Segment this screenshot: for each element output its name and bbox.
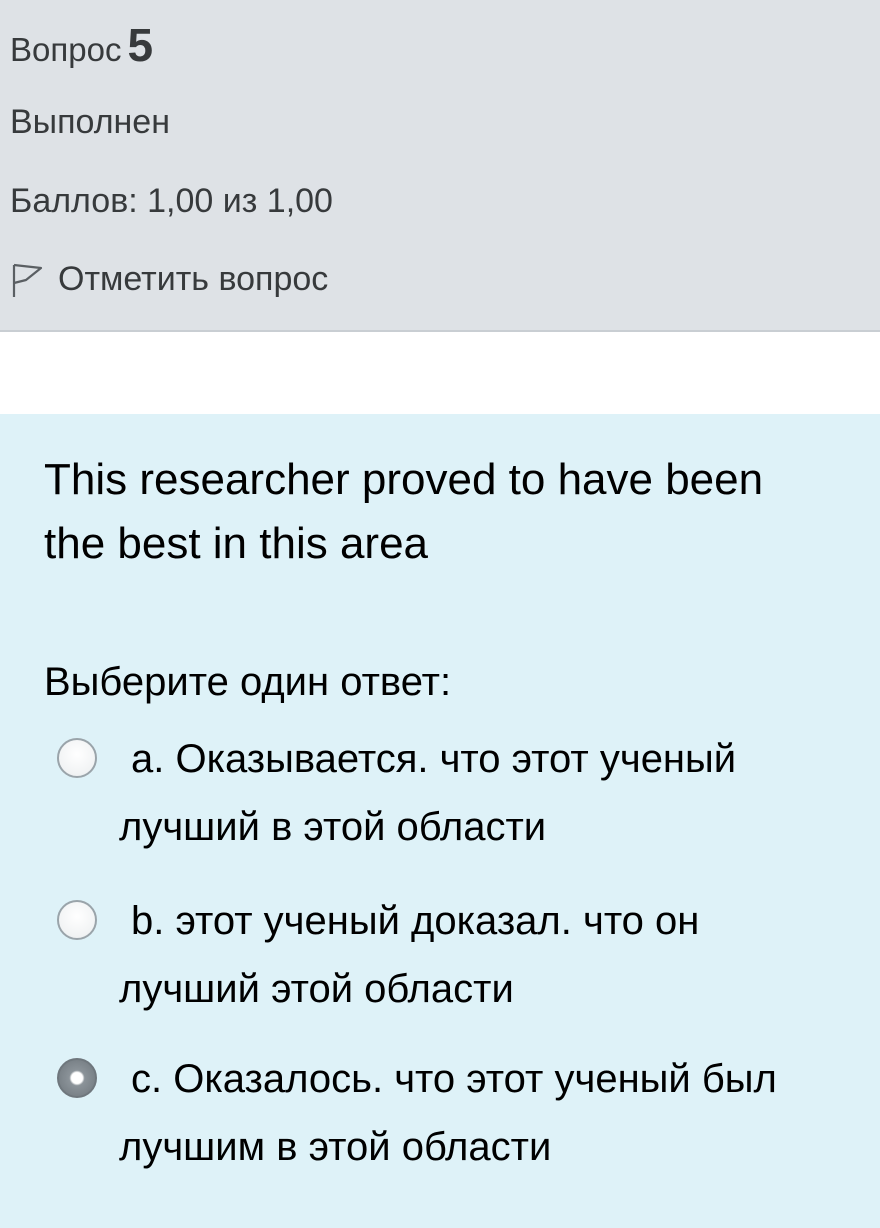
answer-label-c[interactable]: c. Оказалось. что этот ученый был лучшим… (57, 1045, 847, 1181)
question-number: Вопрос 5 (10, 18, 153, 72)
answer-prompt: Выберите один ответ: (44, 660, 452, 704)
question-number-value: 5 (127, 19, 154, 71)
question-grade: Баллов: 1,00 из 1,00 (10, 182, 333, 220)
flag-icon (10, 259, 46, 299)
question-label: Вопрос (10, 31, 122, 68)
question-text: This researcher proved to have been the … (44, 455, 764, 568)
question-info-panel: Вопрос 5 Выполнен Баллов: 1,00 из 1,00 От… (0, 0, 880, 332)
question-state: Выполнен (10, 103, 170, 141)
flag-question-link[interactable]: Отметить вопрос (10, 259, 328, 299)
flag-label: Отметить вопрос (58, 259, 329, 298)
answer-label-b[interactable]: b. этот ученый доказал. что он лучший эт… (57, 887, 847, 1023)
answer-label-a[interactable]: a. Оказывается. что этот ученый лучший в… (57, 725, 847, 861)
